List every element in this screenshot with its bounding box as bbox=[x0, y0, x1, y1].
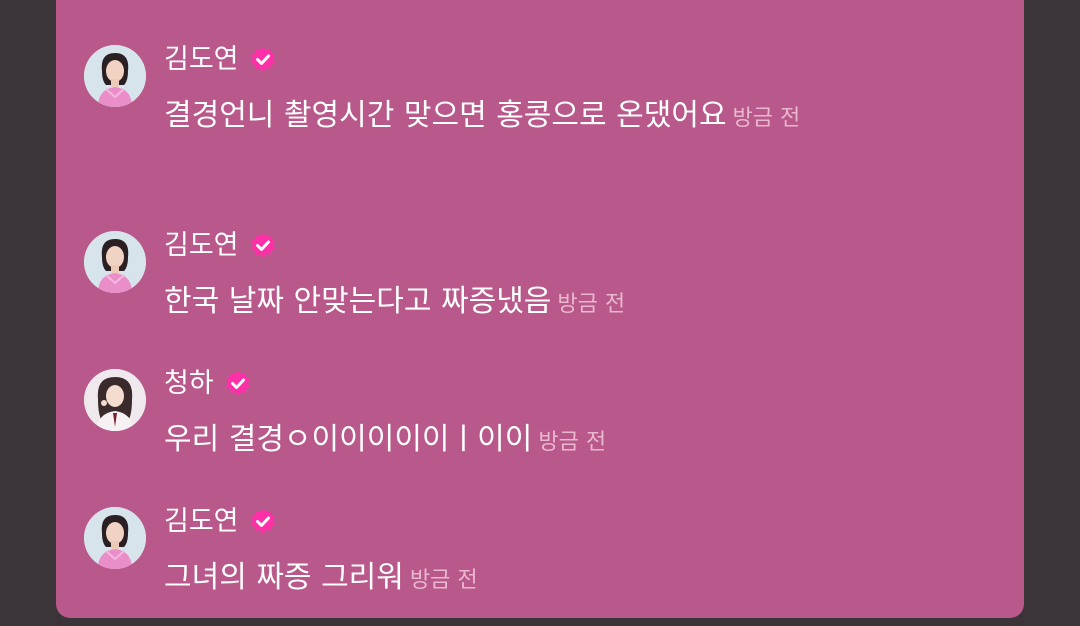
message-body: 결경언니 촬영시간 맞으면 홍콩으로 온댔어요 bbox=[164, 98, 727, 133]
message-text: 한국 날짜 안맞는다고 짜증냈음 방금 전 bbox=[164, 274, 944, 333]
message-text: 그녀의 짜증 그리워 방금 전 bbox=[164, 550, 944, 609]
author-row: 김도연 bbox=[164, 42, 277, 78]
message-text: 우리 결경ㅇ이이이이이ㅣ이이 방금 전 bbox=[164, 412, 944, 471]
verified-badge-icon bbox=[249, 46, 277, 74]
author-name[interactable]: 김도연 bbox=[164, 504, 239, 540]
author-name[interactable]: 청하 bbox=[164, 366, 214, 402]
avatar[interactable] bbox=[84, 507, 146, 569]
verified-badge-icon bbox=[249, 508, 277, 536]
message-time: 방금 전 bbox=[409, 568, 478, 593]
message-body: 한국 날짜 안맞는다고 짜증냈음 bbox=[164, 284, 552, 319]
chat-panel[interactable]: 김도연 결경언니 촬영시간 맞으면 홍콩으로 온댔어요 방금 전 김도연 한국 … bbox=[56, 0, 1024, 618]
author-name[interactable]: 김도연 bbox=[164, 42, 239, 78]
right-background bbox=[1024, 0, 1080, 626]
message-time: 방금 전 bbox=[557, 292, 626, 317]
avatar-kim-doyeon-image bbox=[84, 231, 146, 293]
avatar[interactable] bbox=[84, 45, 146, 107]
author-row: 김도연 bbox=[164, 504, 277, 540]
avatar-kim-doyeon-image bbox=[84, 507, 146, 569]
message-time: 방금 전 bbox=[538, 430, 607, 455]
message-body: 그녀의 짜증 그리워 bbox=[164, 560, 404, 595]
author-row: 김도연 bbox=[164, 228, 277, 264]
avatar[interactable] bbox=[84, 231, 146, 293]
message-time: 방금 전 bbox=[732, 106, 801, 131]
verified-badge-icon bbox=[249, 232, 277, 260]
message-text: 결경언니 촬영시간 맞으면 홍콩으로 온댔어요 방금 전 bbox=[164, 88, 944, 147]
avatar[interactable] bbox=[84, 369, 146, 431]
verified-badge-icon bbox=[224, 370, 252, 398]
message-body: 우리 결경ㅇ이이이이이ㅣ이이 bbox=[164, 422, 533, 457]
author-row: 청하 bbox=[164, 366, 252, 402]
author-name[interactable]: 김도연 bbox=[164, 228, 239, 264]
avatar-kim-doyeon-image bbox=[84, 45, 146, 107]
left-background bbox=[0, 0, 56, 626]
avatar-chungha-image bbox=[84, 369, 146, 431]
